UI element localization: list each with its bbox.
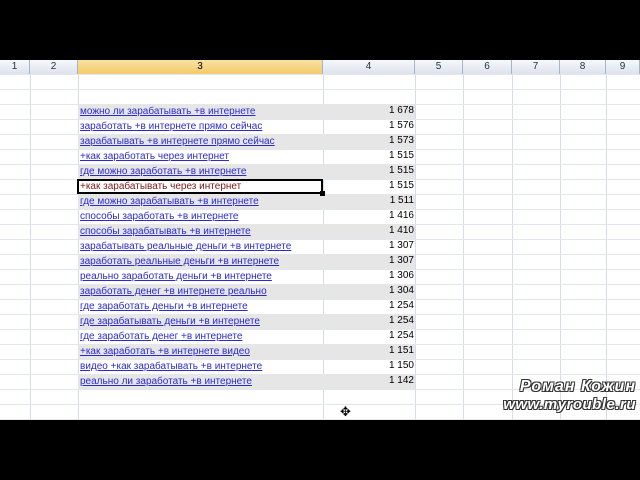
keyword-link[interactable]: заработать +в интернете прямо сейчас [80, 120, 262, 133]
frequency-value[interactable]: 1 515 [389, 164, 414, 177]
frequency-value[interactable]: 1 307 [389, 239, 414, 252]
keyword-link[interactable]: реально ли заработать +в интернете [80, 375, 252, 388]
active-cell-border[interactable] [77, 179, 323, 194]
table-row: +как заработать через интернет 1 515 [0, 149, 640, 164]
keyword-link[interactable]: можно ли зарабатывать +в интернете [80, 105, 255, 118]
keyword-link[interactable]: зарабатывать +в интернете прямо сейчас [80, 135, 275, 148]
table-row: заработать +в интернете прямо сейчас 1 57… [0, 119, 640, 134]
keyword-link[interactable]: +как заработать через интернет [80, 150, 229, 163]
row-gridline [0, 74, 640, 75]
keyword-link[interactable]: способы зарабатывать +в интернете [80, 225, 251, 238]
table-row: где заработать денег +в интернете 1 254 [0, 329, 640, 344]
fill-handle[interactable] [320, 191, 325, 196]
keyword-link[interactable]: где можно зарабатывать +в интернете [80, 195, 259, 208]
column-header-7[interactable]: 7 [512, 60, 560, 74]
table-row: заработать реальные деньги +в интернете 1… [0, 254, 640, 269]
frequency-value[interactable]: 1 306 [389, 269, 414, 282]
column-header-5[interactable]: 5 [415, 60, 463, 74]
keyword-link[interactable]: где заработать денег +в интернете [80, 330, 242, 343]
frequency-value[interactable]: 1 254 [389, 314, 414, 327]
frequency-value[interactable]: 1 515 [389, 179, 414, 192]
keyword-link[interactable]: видео +как зарабатывать +в интернете [80, 360, 262, 373]
frequency-value[interactable]: 1 410 [389, 224, 414, 237]
frequency-value[interactable]: 1 254 [389, 299, 414, 312]
cell-grid[interactable]: можно ли зарабатывать +в интернете 1 678 з… [0, 74, 640, 420]
table-row: зарабатывать реальные деньги +в интернет… [0, 239, 640, 254]
frequency-value[interactable]: 1 576 [389, 119, 414, 132]
frequency-value[interactable]: 1 254 [389, 329, 414, 342]
spreadsheet[interactable]: 123456789 можно ли зарабатывать +в интер… [0, 60, 640, 420]
row-gridline [0, 419, 640, 420]
keyword-link[interactable]: заработать реальные деньги +в интернете [80, 255, 279, 268]
frequency-value[interactable]: 1 304 [389, 284, 414, 297]
watermark-url: www.myrouble.ru [503, 396, 636, 413]
keyword-link[interactable]: зарабатывать реальные деньги +в интернет… [80, 240, 291, 253]
keyword-link[interactable]: реально заработать деньги +в интернете [80, 270, 272, 283]
keyword-link[interactable]: где зарабатывать деньги +в интернете [80, 315, 260, 328]
frequency-value[interactable]: 1 515 [389, 149, 414, 162]
table-row: видео +как зарабатывать +в интернете 1 15… [0, 359, 640, 374]
frequency-value[interactable]: 1 573 [389, 134, 414, 147]
table-row: +как заработать +в интернете видео 1 151 [0, 344, 640, 359]
column-header-6[interactable]: 6 [463, 60, 512, 74]
table-row: где можно зарабатывать +в интернете 1 511 [0, 194, 640, 209]
keyword-link[interactable]: заработать денег +в интернете реально [80, 285, 267, 298]
table-row: можно ли зарабатывать +в интернете 1 678 [0, 104, 640, 119]
frequency-value[interactable]: 1 511 [390, 194, 414, 207]
frequency-value[interactable]: 1 142 [389, 374, 414, 387]
keyword-link[interactable]: где заработать деньги +в интернете [80, 300, 248, 313]
column-header-bar: 123456789 [0, 60, 640, 75]
table-row: где можно заработать +в интернете 1 515 [0, 164, 640, 179]
table-row: реально заработать деньги +в интернете 1 … [0, 269, 640, 284]
move-cursor-icon: ✥ [340, 404, 351, 419]
column-header-3[interactable]: 3 [78, 60, 323, 74]
table-row: заработать денег +в интернете реально 1 3… [0, 284, 640, 299]
table-row: где заработать деньги +в интернете 1 254 [0, 299, 640, 314]
row-gridline [0, 89, 640, 90]
frequency-value[interactable]: 1 307 [389, 254, 414, 267]
frequency-value[interactable]: 1 150 [389, 359, 414, 372]
frequency-value[interactable]: 1 151 [389, 344, 414, 357]
table-row: способы зарабатывать +в интернете 1 410 [0, 224, 640, 239]
watermark: Роман Кожин www.myrouble.ru [503, 378, 636, 414]
frequency-value[interactable]: 1 678 [389, 104, 414, 117]
frequency-value[interactable]: 1 416 [389, 209, 414, 222]
table-row: зарабатывать +в интернете прямо сейчас 1 … [0, 134, 640, 149]
table-row: способы заработать +в интернете 1 416 [0, 209, 640, 224]
column-header-8[interactable]: 8 [560, 60, 606, 74]
watermark-author: Роман Кожин [519, 378, 636, 395]
column-header-4[interactable]: 4 [323, 60, 415, 74]
column-header-2[interactable]: 2 [30, 60, 78, 74]
keyword-link[interactable]: способы заработать +в интернете [80, 210, 238, 223]
keyword-link[interactable]: +как заработать +в интернете видео [80, 345, 250, 358]
keyword-link[interactable]: где можно заработать +в интернете [80, 165, 246, 178]
column-header-1[interactable]: 1 [0, 60, 30, 74]
table-row: где зарабатывать деньги +в интернете 1 25… [0, 314, 640, 329]
column-header-9[interactable]: 9 [606, 60, 640, 74]
